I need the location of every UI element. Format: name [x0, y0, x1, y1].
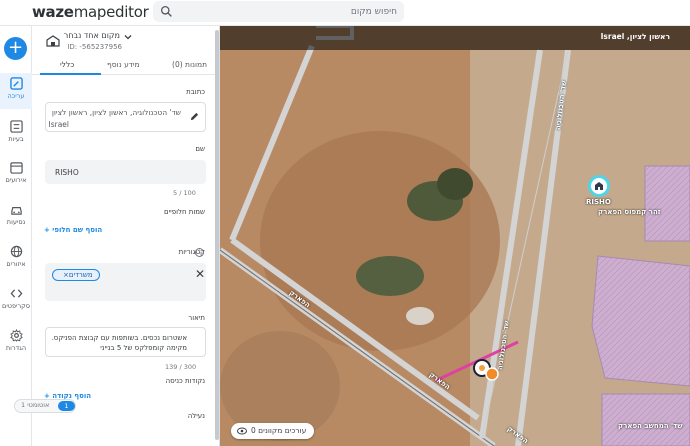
satellite-map[interactable]	[220, 26, 690, 446]
rail-item-label: איזורים	[6, 260, 26, 268]
venue-area-main[interactable]	[591, 255, 690, 387]
city-label: Israel ,ראשון לציון	[600, 32, 670, 41]
ground-patch	[260, 131, 500, 351]
category-chip[interactable]: משרדים×	[52, 269, 100, 281]
entry-point-marker[interactable]	[485, 367, 499, 381]
venue-pin[interactable]	[588, 175, 610, 197]
search-icon	[160, 5, 172, 17]
rail-item-settings[interactable]: הגדרות	[0, 325, 32, 361]
alt-names-label: שמות חלופיים	[163, 208, 205, 216]
tree-cluster	[437, 168, 473, 200]
chevron-down-icon[interactable]	[124, 33, 132, 41]
entry-points-label: נקודות כניסה	[165, 377, 205, 385]
address-line1: שד' הטכנולוגיה, ראשון לציון, ראשון לציון	[51, 108, 181, 117]
tree-cluster	[356, 256, 424, 296]
search-input[interactable]	[177, 3, 397, 20]
lock-auto-option[interactable]: אוטומטי 1	[21, 401, 49, 409]
place-marker-dot	[479, 365, 485, 371]
add-alt-name-link[interactable]: הוסף שם חלופי +	[44, 226, 102, 234]
rail-item-areas[interactable]: איזורים	[0, 241, 32, 277]
panel-tabs: כללי מידע נוסף תמונות (0)	[32, 57, 219, 75]
name-field[interactable]: RISHO	[45, 160, 206, 184]
description-field[interactable]: אשטרום נכסים. בשותפות עם קבוצת הפניקס. מ…	[45, 327, 206, 357]
active-tab-indicator	[40, 73, 101, 75]
light-patch	[406, 307, 434, 325]
name-counter: 5 / 100	[173, 189, 196, 197]
waze-logo[interactable]: wazemapeditor	[32, 3, 149, 21]
rail-item-label: בעיות	[8, 135, 24, 143]
map-canvas[interactable]: Israel ,ראשון לציון שד' הטכנולוגיה שד' ה…	[220, 26, 690, 446]
add-button[interactable]: +	[4, 37, 27, 60]
online-editors-text: עורכים מקוונים 0	[251, 426, 307, 435]
venue-area-north[interactable]	[644, 165, 690, 242]
city-bar: Israel ,ראשון לציון	[220, 26, 690, 50]
calendar-icon	[9, 162, 23, 174]
rail-item-drives[interactable]: נסיעות	[0, 199, 32, 235]
venue-id: ID: -565237956	[67, 43, 122, 51]
selection-title: מקום אחד נבחר	[63, 31, 120, 40]
address-field[interactable]: שד' הטכנולוגיה, ראשון לציון, ראשון לציון…	[45, 102, 206, 132]
venue-edit-panel: מקום אחד נבחר ID: -565237956 כללי מידע נ…	[32, 26, 220, 446]
street-label: שד' המחשב הפארק	[618, 422, 683, 430]
globe-icon	[10, 245, 22, 258]
rail-item-label: נסיעות	[6, 218, 26, 226]
address-label: כתובת	[186, 88, 205, 96]
description-value: אשטרום נכסים. בשותפות עם קבוצת הפניקס. מ…	[51, 334, 187, 352]
name-label: שם	[195, 145, 205, 153]
code-icon	[10, 289, 22, 298]
search-box[interactable]	[153, 1, 404, 22]
categories-field[interactable]: משרדים× ✕	[45, 263, 206, 301]
rail-item-events[interactable]: אירועים	[0, 157, 32, 193]
lock-level-toggle[interactable]: אוטומטי 1 1	[14, 399, 76, 413]
rail-item-label: עריכה	[7, 92, 25, 100]
name-value: RISHO	[55, 168, 79, 177]
edit-map-icon	[9, 77, 23, 90]
venue-area-south[interactable]	[601, 393, 690, 446]
pencil-icon[interactable]	[190, 112, 199, 121]
clear-categories-icon[interactable]: ✕	[195, 267, 205, 281]
eye-icon	[237, 427, 247, 435]
venue-icon	[46, 35, 60, 47]
building-icon	[595, 182, 603, 190]
gear-icon	[9, 329, 23, 342]
street-label: זהר קמפוס הפארק	[598, 208, 661, 216]
urban-area	[470, 50, 690, 446]
lock-level-1-option[interactable]: 1	[58, 401, 75, 411]
rail-item-label: אירועים	[5, 176, 27, 184]
venue-name-label: RISHO	[586, 198, 611, 206]
tab-photos[interactable]: תמונות (0)	[172, 60, 207, 69]
description-label: תיאור	[188, 314, 205, 322]
lock-label: נעילה	[187, 412, 205, 420]
description-counter: 139 / 300	[165, 363, 197, 371]
rail-item-label: הגדרות	[5, 344, 27, 352]
left-rail: + עריכה בעיות אירועים נסיעות איזורים סקר…	[0, 26, 32, 446]
rail-item-scripts[interactable]: סקריפטים	[0, 283, 32, 319]
address-line2: Israel	[48, 120, 70, 129]
info-icon[interactable]: i	[195, 248, 204, 257]
rail-item-label: סקריפטים	[2, 302, 30, 310]
online-editors-badge[interactable]: עורכים מקוונים 0	[231, 423, 315, 439]
tab-more-info[interactable]: מידע נוסף	[107, 60, 140, 69]
category-chip-label: משרדים	[68, 271, 93, 279]
scrollbar-thumb[interactable]	[215, 30, 219, 440]
rail-item-issues[interactable]: בעיות	[0, 116, 32, 152]
issues-icon	[9, 120, 23, 133]
top-bar: wazemapeditor	[0, 0, 690, 26]
car-icon	[10, 207, 22, 215]
tab-general[interactable]: כללי	[60, 60, 74, 69]
rail-item-edit[interactable]: עריכה	[0, 73, 32, 109]
